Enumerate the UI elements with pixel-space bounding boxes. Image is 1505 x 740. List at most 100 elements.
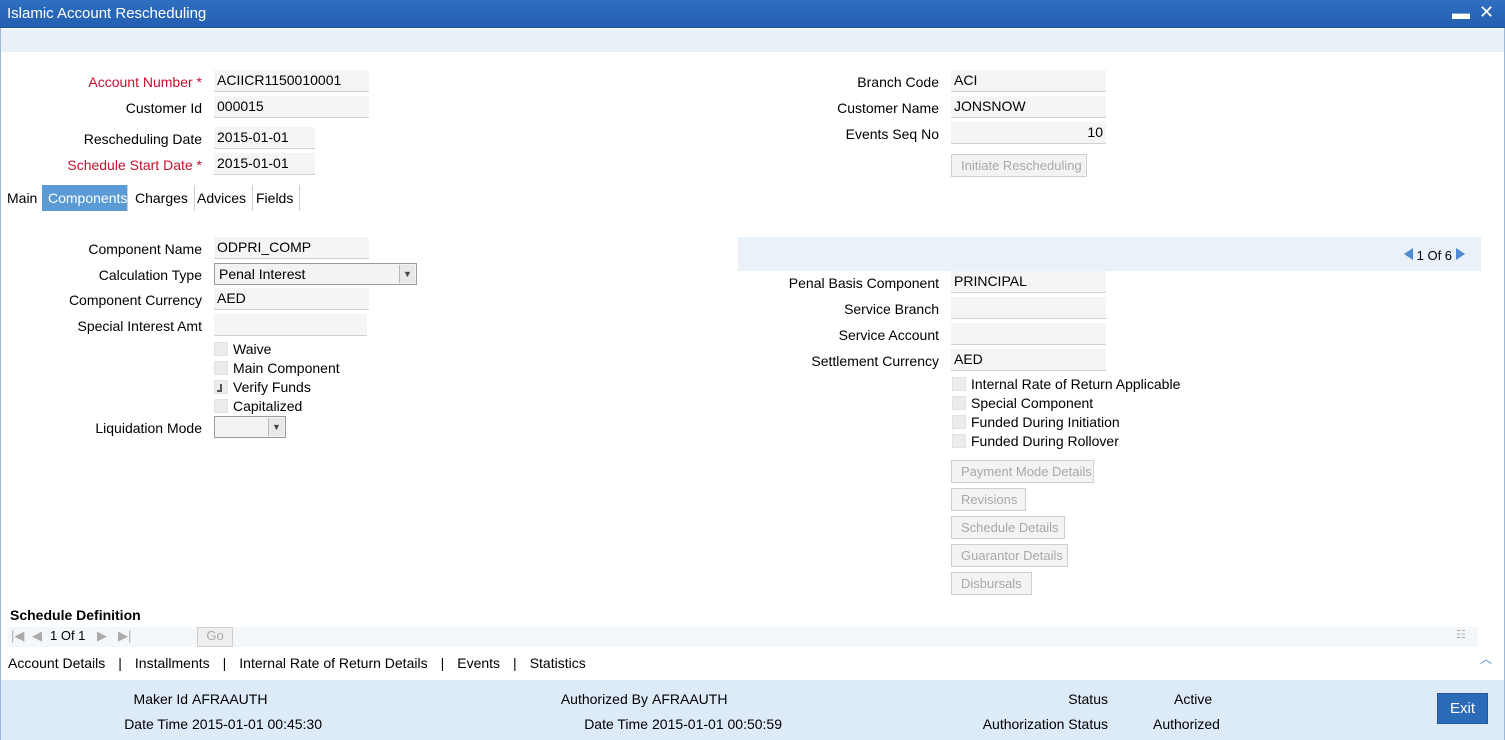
authorized-by-label: Authorized By bbox=[560, 691, 648, 707]
frame-border-left bbox=[0, 28, 1, 740]
go-button[interactable]: Go bbox=[197, 627, 233, 647]
funded-during-initiation-checkbox[interactable] bbox=[952, 415, 966, 429]
component-currency-label: Component Currency bbox=[68, 292, 202, 308]
minimize-icon[interactable]: ▬ bbox=[1452, 3, 1470, 24]
initiate-rescheduling-button[interactable]: Initiate Rescheduling bbox=[951, 154, 1087, 177]
special-interest-amt-label: Special Interest Amt bbox=[77, 318, 202, 334]
toolbar-strip bbox=[1, 29, 1504, 52]
disbursals-button[interactable]: Disbursals bbox=[951, 572, 1032, 595]
calculation-type-select[interactable]: Penal Interest ▼ bbox=[214, 263, 417, 285]
service-branch-label: Service Branch bbox=[844, 301, 939, 317]
bottom-links-bar: Account Details | Installments | Internal Ra… bbox=[0, 650, 1492, 676]
branch-code-field[interactable]: ACI bbox=[951, 70, 1106, 92]
revisions-button[interactable]: Revisions bbox=[951, 488, 1026, 511]
tab-charges[interactable]: Charges bbox=[129, 185, 195, 211]
customer-name-label: Customer Name bbox=[837, 100, 939, 116]
link-events[interactable]: Events bbox=[457, 655, 500, 671]
grid-options-icon[interactable]: ☷ bbox=[1456, 628, 1466, 641]
status-value: Active bbox=[1174, 691, 1213, 707]
component-currency-field[interactable]: AED bbox=[214, 288, 369, 310]
settlement-currency-field[interactable]: AED bbox=[951, 349, 1106, 371]
chevron-down-icon: ▼ bbox=[399, 265, 415, 283]
funded-during-rollover-checkbox[interactable] bbox=[952, 434, 966, 448]
component-name-label: Component Name bbox=[88, 241, 202, 257]
account-number-field[interactable]: ACIICR1150010001 bbox=[214, 70, 369, 92]
maker-datetime-label: Date Time bbox=[124, 716, 188, 732]
capitalized-checkbox[interactable] bbox=[214, 399, 228, 413]
waive-checkbox[interactable] bbox=[214, 342, 228, 356]
guarantor-details-button[interactable]: Guarantor Details bbox=[951, 544, 1068, 567]
collapse-up-icon[interactable]: ︿ bbox=[1480, 650, 1492, 667]
link-account-details[interactable]: Account Details bbox=[8, 655, 105, 671]
schedule-details-button[interactable]: Schedule Details bbox=[951, 516, 1065, 539]
events-seq-no-field[interactable]: 10 bbox=[951, 122, 1106, 144]
verify-funds-checkbox[interactable] bbox=[214, 380, 228, 394]
first-page-icon[interactable]: |◀ bbox=[11, 628, 24, 644]
link-installments[interactable]: Installments bbox=[135, 655, 210, 671]
service-branch-field[interactable] bbox=[951, 297, 1106, 319]
auth-datetime-value: 2015-01-01 00:50:59 bbox=[652, 716, 782, 732]
main-component-label: Main Component bbox=[233, 360, 340, 376]
link-separator: | bbox=[118, 655, 122, 671]
capitalized-label: Capitalized bbox=[233, 398, 303, 414]
events-seq-no-label: Events Seq No bbox=[845, 126, 939, 142]
chevron-down-icon: ▼ bbox=[268, 418, 284, 436]
component-pager: 1 Of 6 bbox=[1404, 248, 1465, 263]
calculation-type-value: Penal Interest bbox=[219, 266, 306, 282]
last-page-icon[interactable]: ▶| bbox=[118, 628, 131, 644]
authorization-status-label: Authorization Status bbox=[982, 716, 1108, 732]
link-separator: | bbox=[440, 655, 445, 671]
customer-id-field[interactable]: 000015 bbox=[214, 96, 369, 118]
service-account-field[interactable] bbox=[951, 323, 1106, 345]
schedule-start-date-field[interactable]: 2015-01-01 bbox=[214, 153, 315, 175]
exit-button[interactable]: Exit bbox=[1437, 693, 1488, 724]
rescheduling-date-label: Rescheduling Date bbox=[83, 131, 202, 147]
special-component-label: Special Component bbox=[971, 395, 1094, 411]
link-separator: | bbox=[513, 655, 517, 671]
customer-name-field[interactable]: JONSNOW bbox=[951, 96, 1106, 118]
schedule-definition-title: Schedule Definition bbox=[10, 607, 141, 623]
irr-applicable-checkbox[interactable] bbox=[952, 377, 966, 391]
close-icon[interactable]: ✕ bbox=[1479, 2, 1494, 23]
next-icon[interactable] bbox=[1455, 248, 1465, 260]
tab-main[interactable]: Main bbox=[1, 185, 45, 211]
component-name-field[interactable]: ODPRI_COMP bbox=[214, 237, 369, 259]
maker-datetime-value: 2015-01-01 00:45:30 bbox=[192, 716, 322, 732]
liquidation-mode-label: Liquidation Mode bbox=[95, 420, 202, 436]
component-nav-band bbox=[738, 237, 1481, 271]
schedule-page-text: 1 Of 1 bbox=[50, 628, 86, 643]
liquidation-mode-select[interactable]: ▼ bbox=[214, 416, 286, 438]
special-interest-amt-field[interactable] bbox=[214, 314, 367, 336]
account-number-label: Account Number * bbox=[88, 74, 202, 90]
next-page-icon[interactable]: ▶ bbox=[97, 628, 107, 644]
calculation-type-label: Calculation Type bbox=[98, 267, 202, 283]
special-component-checkbox[interactable] bbox=[952, 396, 966, 410]
component-page-text: 1 Of 6 bbox=[1416, 248, 1453, 263]
previous-page-icon[interactable]: ◀ bbox=[32, 628, 42, 644]
settlement-currency-label: Settlement Currency bbox=[811, 353, 939, 369]
link-separator: | bbox=[222, 655, 227, 671]
main-component-checkbox[interactable] bbox=[214, 361, 228, 375]
authorized-by-value: AFRAAUTH bbox=[652, 691, 728, 707]
auth-datetime-label: Date Time bbox=[584, 716, 648, 732]
rescheduling-date-field[interactable]: 2015-01-01 bbox=[214, 127, 315, 149]
maker-id-value: AFRAAUTH bbox=[192, 691, 268, 707]
penal-basis-component-field[interactable]: PRINCIPAL bbox=[951, 271, 1106, 293]
tab-fields[interactable]: Fields bbox=[250, 185, 301, 211]
tab-components[interactable]: Components bbox=[42, 185, 128, 211]
window-titlebar: Islamic Account Rescheduling ▬ ✕ bbox=[0, 0, 1505, 28]
waive-label: Waive bbox=[233, 341, 272, 357]
verify-funds-label: Verify Funds bbox=[233, 379, 311, 395]
schedule-start-date-label: Schedule Start Date * bbox=[67, 157, 202, 173]
funded-during-rollover-label: Funded During Rollover bbox=[971, 433, 1119, 449]
previous-icon[interactable] bbox=[1404, 248, 1413, 260]
payment-mode-details-button[interactable]: Payment Mode Details bbox=[951, 460, 1094, 483]
tab-advices[interactable]: Advices bbox=[191, 185, 254, 211]
link-statistics[interactable]: Statistics bbox=[530, 655, 586, 671]
window-title: Islamic Account Rescheduling bbox=[7, 5, 207, 22]
customer-id-label: Customer Id bbox=[125, 100, 202, 116]
maker-id-label: Maker Id bbox=[133, 691, 188, 707]
link-irr-details[interactable]: Internal Rate of Return Details bbox=[239, 655, 427, 671]
funded-during-initiation-label: Funded During Initiation bbox=[971, 414, 1120, 430]
schedule-pager: |◀ ◀ 1 Of 1 ▶ ▶| Go ☷ bbox=[8, 627, 1478, 647]
